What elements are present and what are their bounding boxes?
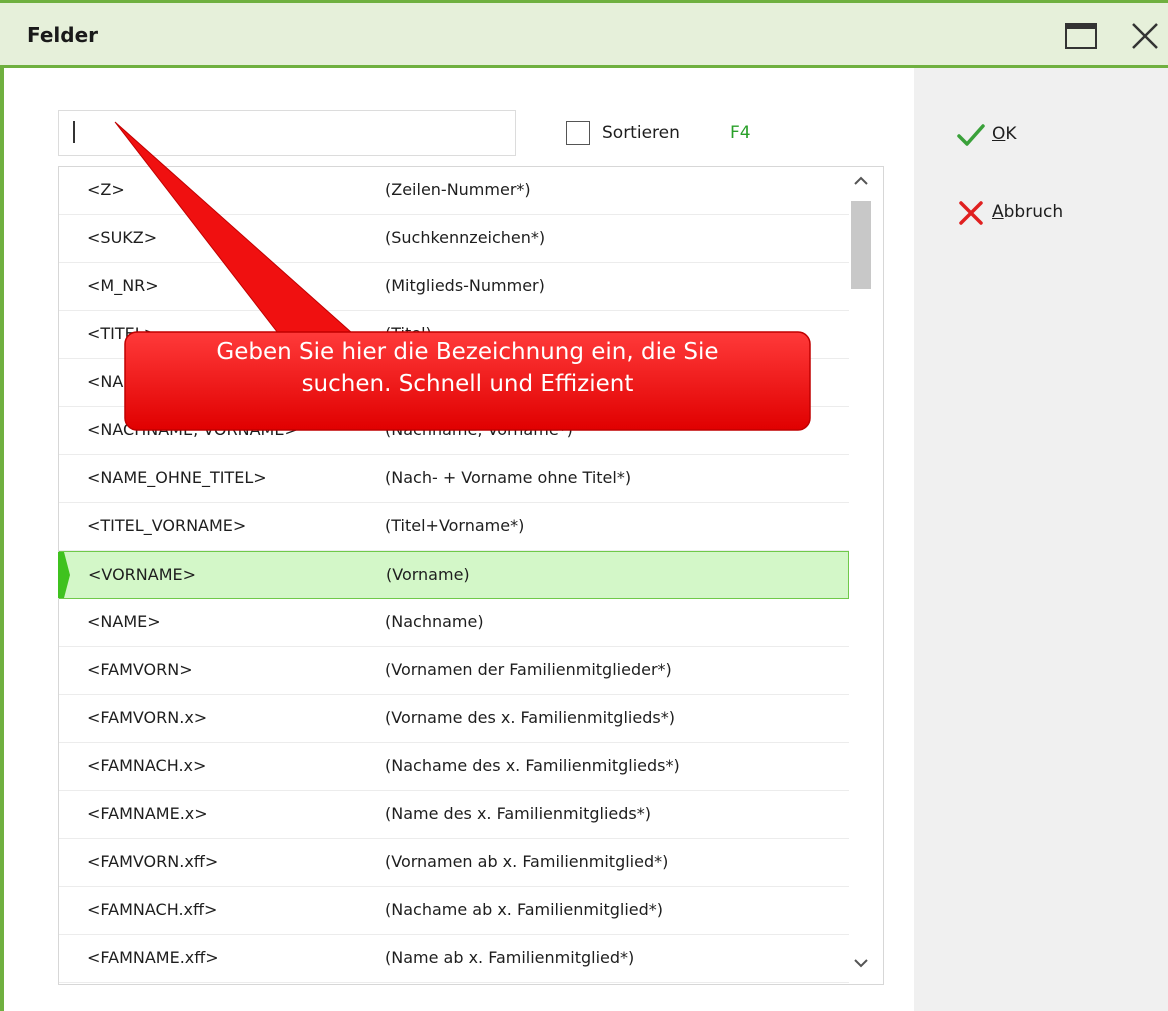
scroll-up-icon[interactable]: [849, 171, 873, 195]
x-icon: [956, 198, 986, 233]
selection-marker-icon: [58, 552, 70, 598]
text-caret: [73, 121, 75, 143]
list-item[interactable]: <FAMVORN> (Vornamen der Familienmitgliede…: [59, 647, 849, 695]
field-description: (Titel): [385, 324, 432, 343]
sort-label: Sortieren: [602, 123, 680, 143]
field-name: <FAMVORN>: [87, 660, 193, 679]
window-title: Felder: [27, 23, 99, 47]
field-name: <NAME_VORNAME>: [87, 372, 250, 391]
field-name: <FAMNACH.x>: [87, 756, 207, 775]
field-name: <FAMNACH.xff>: [87, 900, 218, 919]
list-item[interactable]: <M_NR> (Mitglieds-Nummer): [59, 263, 849, 311]
field-name: <VORNAME>: [88, 565, 197, 584]
field-description: (Name, Vorname*): [385, 372, 535, 391]
field-description: (Name des x. Familienmitglieds*): [385, 804, 651, 823]
list-item[interactable]: <NACHNAME, VORNAME> (Nachname, Vorname*): [59, 407, 849, 455]
close-icon[interactable]: [1128, 21, 1162, 56]
list-item[interactable]: <NAME_VORNAME> (Name, Vorname*): [59, 359, 849, 407]
field-name: <NACHNAME, VORNAME>: [87, 420, 298, 439]
field-name: <TITEL_VORNAME>: [87, 516, 247, 535]
field-name: <FAMNAME.x>: [87, 804, 208, 823]
ok-label: OK: [992, 124, 1017, 144]
field-name: <SUKZ>: [87, 228, 158, 247]
field-description: (Vornamen ab x. Familienmitglied*): [385, 852, 669, 871]
field-name: <FAMVORN.xff>: [87, 852, 219, 871]
list-item[interactable]: <FAMNAME.x> (Name des x. Familienmitglied…: [59, 791, 849, 839]
field-description: (Nach- + Vorname ohne Titel*): [385, 468, 632, 487]
scroll-down-icon[interactable]: [849, 953, 873, 977]
list-item[interactable]: <FAMNACH.xff> (Nachame ab x. Familienmitg…: [59, 887, 849, 935]
shortcut-hint: F4: [730, 123, 751, 143]
list-item[interactable]: <SUKZ> (Suchkennzeichen*): [59, 215, 849, 263]
field-name: <M_NR>: [87, 276, 159, 295]
field-description: (Zeilen-Nummer*): [385, 180, 531, 199]
search-input[interactable]: [58, 110, 516, 156]
field-description: (Titel+Vorname*): [385, 516, 525, 535]
field-description: (Mitglieds-Nummer): [385, 276, 545, 295]
sort-checkbox[interactable]: [566, 121, 590, 145]
maximize-icon[interactable]: [1064, 21, 1098, 56]
field-name: <FAMNAME.xff>: [87, 948, 219, 967]
field-list[interactable]: <FAMNAME.xff> (Name ab x. Familienmitglie…: [58, 166, 884, 985]
list-item[interactable]: <FAMVORN.x> (Vorname des x. Familienmitgl…: [59, 695, 849, 743]
list-item[interactable]: <NAME> (Nachname): [59, 599, 849, 647]
field-name: <NAME>: [87, 612, 161, 631]
vertical-scrollbar[interactable]: [849, 167, 883, 984]
list-item[interactable]: <TITEL> (Titel): [59, 311, 849, 359]
field-description: (Vorname): [386, 565, 470, 584]
field-description: (Name ab x. Familienmitglied*): [385, 948, 635, 967]
scrollbar-thumb[interactable]: [851, 201, 871, 289]
field-name: <Z>: [87, 180, 125, 199]
field-description: (Nachame ab x. Familienmitglied*): [385, 900, 663, 919]
list-item[interactable]: <Z> (Zeilen-Nummer*): [59, 167, 849, 215]
list-item-selected[interactable]: <VORNAME> (Vorname): [58, 551, 849, 599]
list-item[interactable]: <FAMVORN.xff> (Vornamen ab x. Familienmit…: [59, 839, 849, 887]
field-description: (Vorname des x. Familienmitglieds*): [385, 708, 675, 727]
list-item[interactable]: <FAMNACH.x> (Nachame des x. Familienmitgl…: [59, 743, 849, 791]
field-description: (Nachame des x. Familienmitglieds*): [385, 756, 680, 775]
cancel-label: Abbruch: [992, 202, 1064, 222]
field-description: (Nachname, Vorname*): [385, 420, 573, 439]
field-description: (Nachname): [385, 612, 484, 631]
list-item[interactable]: <FAMNAME.xff> (Name ab x. Familienmitglie…: [59, 935, 849, 983]
field-name: <NAME_OHNE_TITEL>: [87, 468, 267, 487]
checkmark-icon: [956, 120, 986, 155]
list-item[interactable]: <TITEL_VORNAME> (Titel+Vorname*): [59, 503, 849, 551]
field-description: (Suchkennzeichen*): [385, 228, 546, 247]
window-left-border: [0, 68, 4, 1011]
field-description: (Vornamen der Familienmitglieder*): [385, 660, 672, 679]
field-name: <FAMVORN.x>: [87, 708, 208, 727]
field-name: <TITEL>: [87, 324, 158, 343]
title-bar: Felder: [0, 0, 1168, 68]
list-item[interactable]: <NAME_OHNE_TITEL> (Nach- + Vorname ohne T…: [59, 455, 849, 503]
